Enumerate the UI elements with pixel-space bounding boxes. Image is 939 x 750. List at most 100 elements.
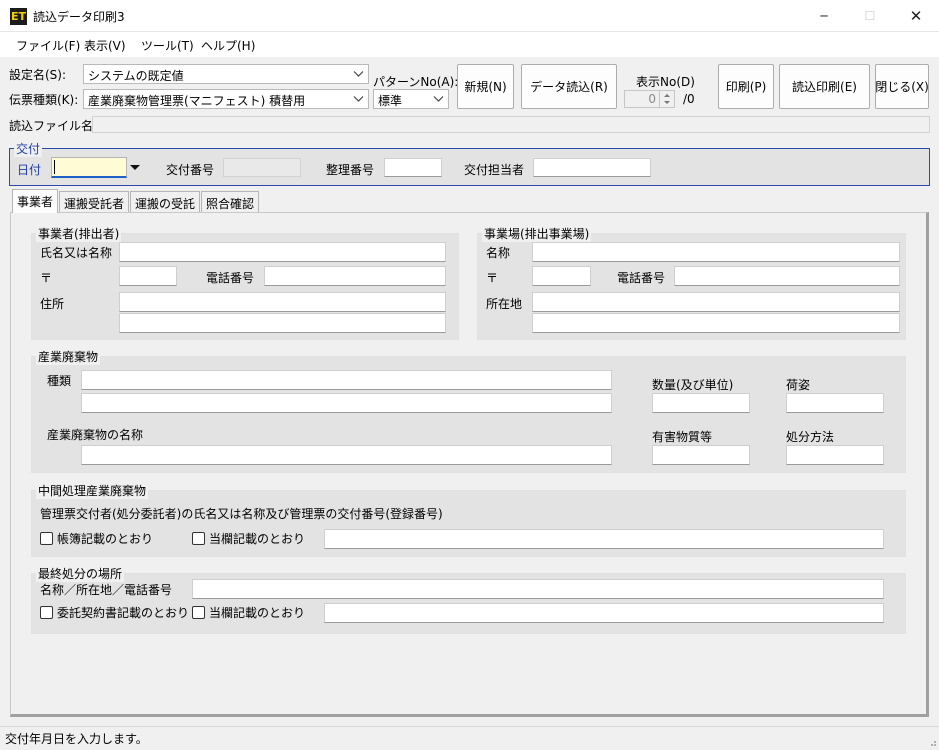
koufu-group-title: 交付 [14, 140, 43, 157]
tab-unpan-jutaku[interactable]: 運搬の受託 [130, 191, 201, 212]
display-no-value: 0 [648, 92, 656, 106]
disposal-method-input[interactable] [786, 445, 884, 465]
maximize-button[interactable]: ☐ [847, 0, 893, 32]
setting-label: 設定名(S): [9, 68, 67, 82]
waste-name-label: 産業廃棄物の名称 [47, 428, 144, 442]
intermediate-this-field-label[interactable]: 当欄記載のとおり [209, 530, 305, 547]
close-window-button[interactable]: ✕ [893, 0, 939, 32]
app-logo-icon: ET [10, 8, 27, 25]
koufu-tantou-input[interactable] [533, 158, 651, 177]
intermediate-group-title: 中間処理産業廃棄物 [36, 482, 149, 499]
jigyoujou-name-input[interactable] [532, 242, 900, 262]
chevron-down-icon [433, 93, 444, 107]
tab-unpan-jutakusha[interactable]: 運搬受託者 [59, 191, 130, 212]
intermediate-desc: 管理票交付者(処分委託者)の氏名又は名称及び管理票の交付番号(登録番号) [40, 507, 443, 521]
intermediate-input[interactable] [324, 529, 884, 549]
jigyoujou-address-input-1[interactable] [532, 292, 900, 312]
jigyoujou-group-title: 事業場(排出事業場) [482, 225, 592, 242]
print-button[interactable]: 印刷(P) [718, 64, 774, 109]
pattern-value: 標準 [378, 94, 403, 108]
slip-type-label: 伝票種類(K): [9, 93, 79, 107]
final-disposal-input-2[interactable] [324, 603, 884, 623]
jigyoujou-phone-label: 電話番号 [617, 271, 666, 285]
tab-jigyousha[interactable]: 事業者 [12, 189, 59, 213]
waste-name-input[interactable] [81, 445, 612, 465]
date-input[interactable] [51, 157, 127, 178]
intermediate-this-field-checkbox[interactable] [192, 532, 205, 545]
jigyousha-address-input-1[interactable] [119, 292, 446, 312]
jigyoujou-phone-input[interactable] [674, 266, 900, 286]
seiri-number-label: 整理番号 [326, 163, 375, 177]
waste-type-input-1[interactable] [81, 370, 612, 390]
tab-shougou-kakunin[interactable]: 照合確認 [201, 191, 260, 212]
intermediate-ledger-checkbox[interactable] [40, 532, 53, 545]
final-this-field-label[interactable]: 当欄記載のとおり [209, 604, 305, 621]
jigyousha-address-input-2[interactable] [119, 313, 446, 333]
menu-view[interactable]: 表示(V) [84, 37, 126, 54]
close-button[interactable]: 閉じる(X) [875, 64, 929, 109]
resize-grip-icon[interactable] [927, 736, 937, 746]
display-no-spinner[interactable]: 0 [624, 90, 675, 108]
load-print-button[interactable]: 読込印刷(E) [779, 64, 870, 109]
date-label: 日付 [17, 163, 42, 177]
jigyoujou-address-input-2[interactable] [532, 313, 900, 333]
chevron-down-icon [353, 93, 364, 107]
menu-file[interactable]: ファイル(F) [16, 37, 80, 54]
chevron-down-icon [353, 68, 364, 82]
packing-label: 荷姿 [786, 378, 811, 392]
setting-value: システムの既定値 [88, 69, 184, 83]
jigyoujou-address-label: 所在地 [486, 297, 523, 311]
waste-group-title: 産業廃棄物 [36, 348, 101, 365]
jigyoujou-postal-label: 〒 [486, 271, 499, 285]
final-this-field-checkbox[interactable] [192, 606, 205, 619]
final-disposal-group-title: 最終処分の場所 [36, 565, 125, 582]
pattern-label: パターンNo(A): [373, 75, 459, 89]
final-disposal-input-1[interactable] [192, 579, 884, 599]
jigyousha-address-label: 住所 [40, 297, 65, 311]
spinner-arrows-icon[interactable] [659, 91, 673, 107]
new-button[interactable]: 新規(N) [457, 64, 514, 109]
jigyousha-postal-input[interactable] [119, 266, 177, 286]
display-no-total: /0 [683, 92, 695, 106]
display-no-label: 表示No(D) [636, 75, 695, 89]
menu-tools[interactable]: ツール(T) [141, 37, 194, 54]
koufu-number-label: 交付番号 [166, 163, 215, 177]
jigyousha-name-input[interactable] [119, 242, 446, 262]
file-name-label: 読込ファイル名 [9, 119, 94, 133]
file-name-field [92, 116, 930, 133]
window-title: 読込データ印刷3 [33, 10, 125, 24]
final-contract-checkbox[interactable] [40, 606, 53, 619]
waste-type-label: 種類 [47, 374, 72, 388]
jigyousha-name-label: 氏名又は名称 [40, 246, 113, 260]
pattern-select[interactable]: 標準 [373, 89, 449, 109]
quantity-input[interactable] [652, 393, 750, 413]
hazard-label: 有害物質等 [652, 430, 713, 444]
jigyousha-phone-input[interactable] [264, 266, 446, 286]
load-data-button[interactable]: データ読込(R) [521, 64, 617, 109]
slip-type-select[interactable]: 産業廃棄物管理票(マニフェスト) 積替用 [83, 89, 369, 109]
jigyoujou-postal-input[interactable] [532, 266, 591, 286]
intermediate-ledger-label[interactable]: 帳簿記載のとおり [57, 530, 153, 547]
disposal-method-label: 処分方法 [786, 430, 835, 444]
hazard-input[interactable] [652, 445, 750, 465]
quantity-label: 数量(及び単位) [652, 378, 734, 392]
status-bar: 交付年月日を入力します。 [0, 726, 939, 748]
jigyoujou-name-label: 名称 [486, 246, 511, 260]
jigyousha-postal-label: 〒 [40, 271, 53, 285]
koufu-tantou-label: 交付担当者 [464, 163, 525, 177]
slip-type-value: 産業廃棄物管理票(マニフェスト) 積替用 [88, 94, 306, 108]
text-cursor [54, 160, 55, 174]
jigyousha-group-title: 事業者(排出者) [36, 225, 122, 242]
seiri-number-input[interactable] [384, 158, 442, 177]
waste-type-input-2[interactable] [81, 393, 612, 413]
koufu-number-field [223, 158, 301, 177]
date-dropdown-button[interactable] [127, 158, 143, 177]
caret-down-icon [130, 165, 140, 170]
title-bar [0, 0, 939, 32]
final-contract-label[interactable]: 委託契約書記載のとおり [57, 604, 189, 621]
packing-input[interactable] [786, 393, 884, 413]
minimize-button[interactable]: ─ [801, 0, 847, 32]
menu-help[interactable]: ヘルプ(H) [201, 37, 255, 54]
setting-select[interactable]: システムの既定値 [83, 64, 369, 84]
final-disposal-desc: 名称／所在地／電話番号 [40, 583, 173, 597]
